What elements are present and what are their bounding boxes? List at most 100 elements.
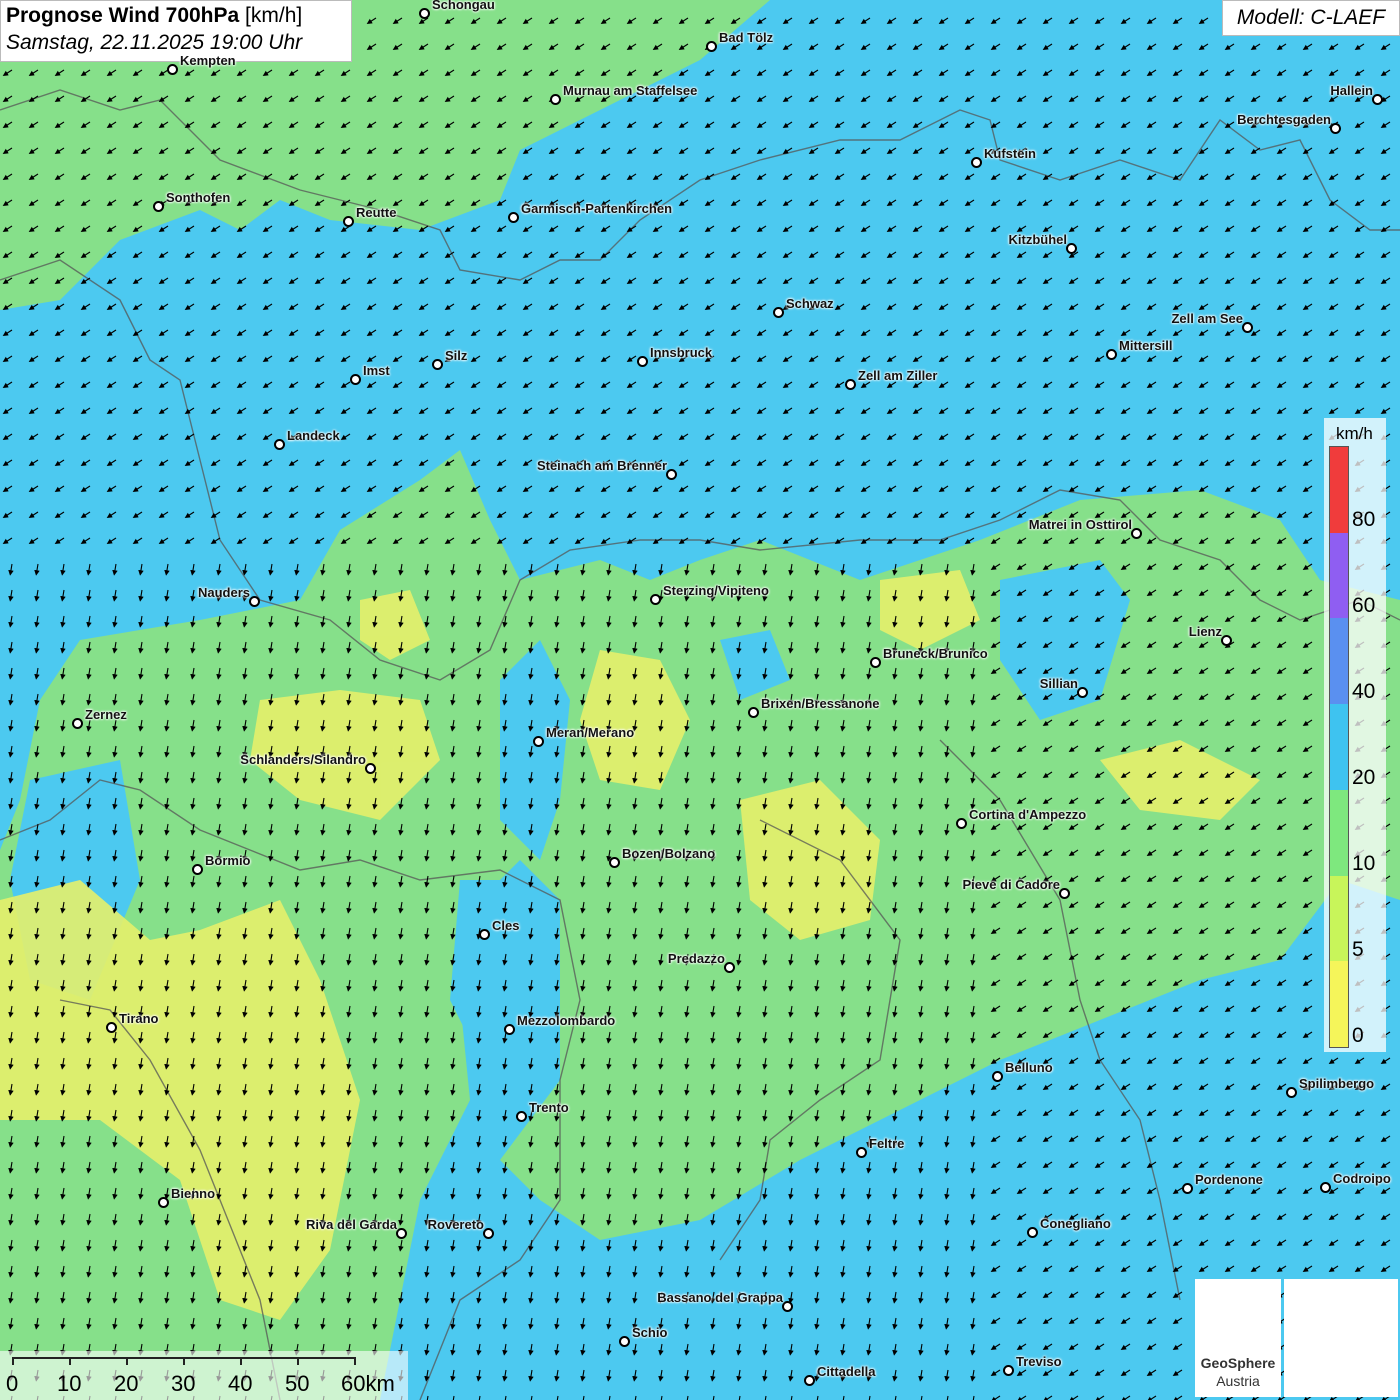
city-marker — [1077, 687, 1088, 698]
city-label: Sonthofen — [166, 190, 231, 205]
city-marker — [432, 359, 443, 370]
city-marker — [1003, 1365, 1014, 1376]
city-label: Schongau — [432, 0, 495, 12]
legend-label-0: 0 — [1352, 1024, 1364, 1047]
city-label: Mittersill — [1119, 338, 1173, 353]
city-label: Schwaz — [786, 296, 834, 311]
city-label: Tirano — [119, 1011, 159, 1026]
city-label: Rovereto — [427, 1217, 484, 1232]
city-marker — [1372, 94, 1383, 105]
city-label: Bassano del Grappa — [657, 1290, 783, 1305]
city-marker — [1330, 123, 1341, 134]
city-label: Codroipo — [1333, 1171, 1391, 1186]
city-marker — [483, 1228, 494, 1239]
city-marker — [508, 212, 519, 223]
city-label: Pordenone — [1195, 1172, 1263, 1187]
city-label: Cles — [492, 918, 520, 933]
city-marker — [971, 157, 982, 168]
city-marker — [1286, 1087, 1297, 1098]
model-label: Modell: C-LAEF — [1222, 0, 1400, 36]
city-label: Treviso — [1016, 1354, 1062, 1369]
color-legend: km/h 80 60 40 20 10 5 0 — [1324, 418, 1386, 1052]
city-marker — [249, 596, 260, 607]
city-label: Sillian — [1039, 676, 1078, 691]
city-label: Landeck — [287, 428, 340, 443]
city-marker — [419, 8, 430, 19]
city-marker — [504, 1024, 515, 1035]
city-label: Mezzolombardo — [517, 1013, 616, 1028]
city-label: Berchtesgaden — [1237, 112, 1331, 127]
city-label: Cittadella — [817, 1364, 876, 1379]
city-marker — [72, 718, 83, 729]
legend-label-60: 60 — [1352, 594, 1376, 617]
city-marker — [1182, 1183, 1193, 1194]
city-label: Lienz — [1188, 624, 1222, 639]
city-marker — [782, 1301, 793, 1312]
city-marker — [350, 374, 361, 385]
legend-color-block — [1330, 447, 1348, 533]
city-marker — [365, 763, 376, 774]
city-label: Cortina d'Ampezzo — [969, 807, 1087, 822]
legend-color-block — [1330, 532, 1348, 619]
scale-label: 60km — [341, 1371, 395, 1396]
legend-label-5: 5 — [1352, 938, 1364, 961]
legend-color-block — [1330, 704, 1348, 790]
city-label: Sterzing/Vipiteno — [663, 583, 769, 598]
city-label: Trento — [529, 1100, 569, 1115]
city-marker — [192, 864, 203, 875]
legend-color-bar — [1329, 446, 1349, 1048]
city-label: Pieve di Cadore — [962, 877, 1060, 892]
city-label: Brixen/Bressanone — [761, 696, 880, 711]
city-label: Zell am Ziller — [858, 368, 938, 383]
city-label: Schlanders/Silandro — [240, 752, 366, 767]
city-label: Conegliano — [1040, 1216, 1111, 1231]
geosphere-logo: GeoSphere Austria — [1195, 1279, 1281, 1397]
city-label: Feltre — [869, 1136, 905, 1151]
city-marker — [870, 657, 881, 668]
city-marker — [1320, 1182, 1331, 1193]
city-label: Kempten — [180, 53, 236, 68]
legend-label-40: 40 — [1352, 680, 1376, 703]
legend-color-block — [1330, 875, 1348, 962]
city-label: Bienno — [171, 1186, 216, 1201]
city-marker — [1131, 528, 1142, 539]
city-marker — [158, 1197, 169, 1208]
city-marker — [1066, 243, 1077, 254]
legend-label-80: 80 — [1352, 508, 1376, 531]
city-label: Murnau am Staffelsee — [563, 83, 698, 98]
city-label: Hallein — [1330, 83, 1373, 98]
city-label: Riva del Garda — [305, 1217, 397, 1232]
scale-bar: 0 10 20 30 40 50 60km — [0, 1351, 408, 1400]
city-label: Belluno — [1005, 1060, 1053, 1075]
city-marker — [856, 1147, 867, 1158]
city-marker — [1106, 349, 1117, 360]
city-label: Bormio — [205, 853, 251, 868]
city-label: Zell am See — [1171, 311, 1243, 326]
scale-label: 50 — [285, 1371, 310, 1396]
logo-text-line1: GeoSphere — [1200, 1355, 1276, 1371]
city-marker — [153, 201, 164, 212]
legend-label-20: 20 — [1352, 766, 1376, 789]
legend-color-block — [1330, 618, 1348, 705]
city-marker — [637, 356, 648, 367]
city-label: Kitzbühel — [1008, 232, 1068, 247]
city-label: Predazzo — [667, 951, 725, 966]
partner-logo — [1284, 1279, 1398, 1397]
city-label: Bozen/Bolzano — [622, 846, 716, 861]
city-marker — [804, 1375, 815, 1386]
scale-label: 40 — [228, 1371, 253, 1396]
city-marker — [650, 594, 661, 605]
legend-color-block — [1330, 789, 1348, 876]
city-label: Kufstein — [984, 146, 1036, 161]
legend-label-10: 10 — [1352, 852, 1376, 875]
scale-label: 30 — [171, 1371, 196, 1396]
city-marker — [609, 857, 620, 868]
city-marker — [167, 64, 178, 75]
city-label: Silz — [445, 348, 468, 363]
city-marker — [550, 94, 561, 105]
city-label: Bad Tölz — [719, 30, 774, 45]
city-label: Zernez — [85, 707, 127, 722]
title-box: Prognose Wind 700hPa [km/h] Samstag, 22.… — [0, 0, 352, 62]
city-marker — [396, 1228, 407, 1239]
scale-label: 10 — [57, 1371, 82, 1396]
